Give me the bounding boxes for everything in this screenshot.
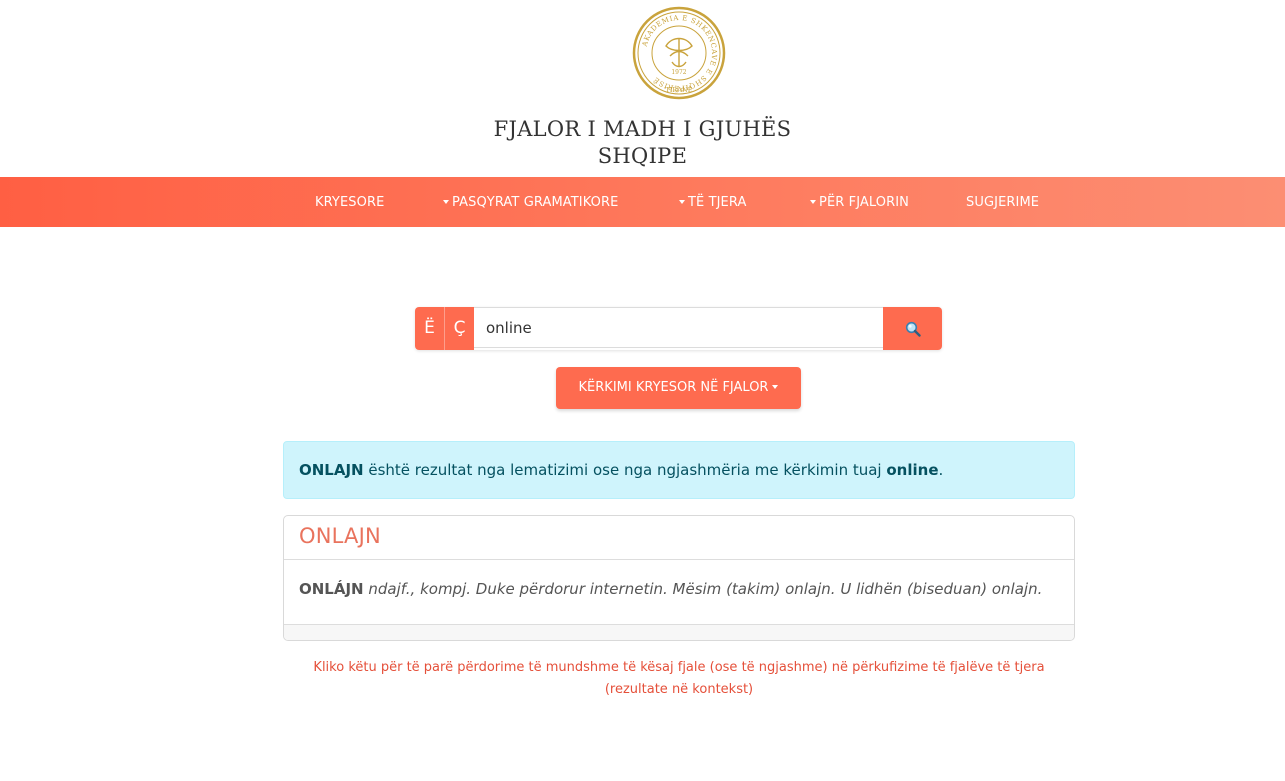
search-mode-dropdown-button[interactable]: KËRKIMI KRYESOR NË FJALOR — [556, 367, 801, 409]
entry-card-footer — [284, 624, 1074, 640]
svg-text:1972: 1972 — [671, 69, 686, 76]
context-results-link[interactable]: Kliko këtu për të parë përdorime të mund… — [283, 657, 1075, 701]
entry-headword: ONLÁJN — [299, 580, 364, 598]
lemmatization-info-alert: ONLAJN është rezultat nga lematizimi ose… — [283, 441, 1075, 499]
search-mode-label: KËRKIMI KRYESOR NË FJALOR — [578, 380, 769, 395]
nav-item-pasqyrat-gramatikore[interactable]: PASQYRAT GRAMATIKORE — [443, 177, 618, 227]
search-button[interactable] — [883, 307, 942, 350]
search-group: Ë Ç — [415, 307, 942, 350]
nav-item-label: PËR FJALORIN — [819, 195, 909, 210]
academy-logo[interactable]: AKADEMIA E SHKENCAVE E SHQIPËRISË 1972 T… — [632, 6, 726, 100]
nav-item-kryesore[interactable]: KRYESORE — [315, 177, 384, 227]
nav-item-label: PASQYRAT GRAMATIKORE — [452, 195, 619, 210]
caret-down-icon — [443, 199, 449, 204]
nav-item-label: TË TJERA — [688, 195, 747, 210]
entry-title: ONLAJN — [299, 524, 381, 548]
alert-lemma: ONLAJN — [299, 461, 364, 479]
insert-char-e-button[interactable]: Ë — [415, 307, 445, 350]
caret-down-icon — [772, 384, 779, 389]
entry-card-header: ONLAJN — [284, 516, 1074, 560]
nav-item-per-fjalorin[interactable]: PËR FJALORIN — [810, 177, 909, 227]
entry-definition-text: ndajf., kompj. Duke përdorur internetin.… — [363, 580, 1043, 598]
entry-definition: ONLÁJN ndajf., kompj. Duke përdorur inte… — [299, 580, 1059, 598]
site-title: FJALOR I MADH I GJUHËS SHQIPE — [0, 116, 1285, 170]
caret-down-icon — [679, 199, 685, 204]
page: AKADEMIA E SHKENCAVE E SHQIPËRISË 1972 T… — [0, 0, 1285, 781]
svg-text:TIRANË: TIRANË — [666, 85, 693, 94]
insert-char-c-button[interactable]: Ç — [445, 307, 474, 350]
alert-query: online — [886, 461, 939, 479]
caret-down-icon — [810, 199, 816, 204]
site-title-line-2: SHQIPE — [597, 144, 688, 168]
alert-text: është rezultat nga lematizimi ose nga ng… — [363, 461, 887, 479]
academy-seal-icon: AKADEMIA E SHKENCAVE E SHQIPËRISË 1972 T… — [632, 6, 726, 100]
magnifier-icon — [905, 321, 921, 337]
main-navbar: KRYESORE PASQYRAT GRAMATIKORE TË TJERA P… — [0, 177, 1285, 227]
nav-item-sugjerime[interactable]: SUGJERIME — [966, 177, 1039, 227]
site-title-line-1: FJALOR I MADH I GJUHËS — [493, 117, 792, 141]
nav-item-label: KRYESORE — [315, 195, 385, 210]
nav-item-te-tjera[interactable]: TË TJERA — [679, 177, 746, 227]
entry-card: ONLAJN ONLÁJN ndajf., kompj. Duke përdor… — [283, 515, 1075, 641]
nav-item-label: SUGJERIME — [966, 195, 1040, 210]
alert-text-end: . — [938, 461, 944, 479]
search-input[interactable] — [474, 307, 883, 348]
